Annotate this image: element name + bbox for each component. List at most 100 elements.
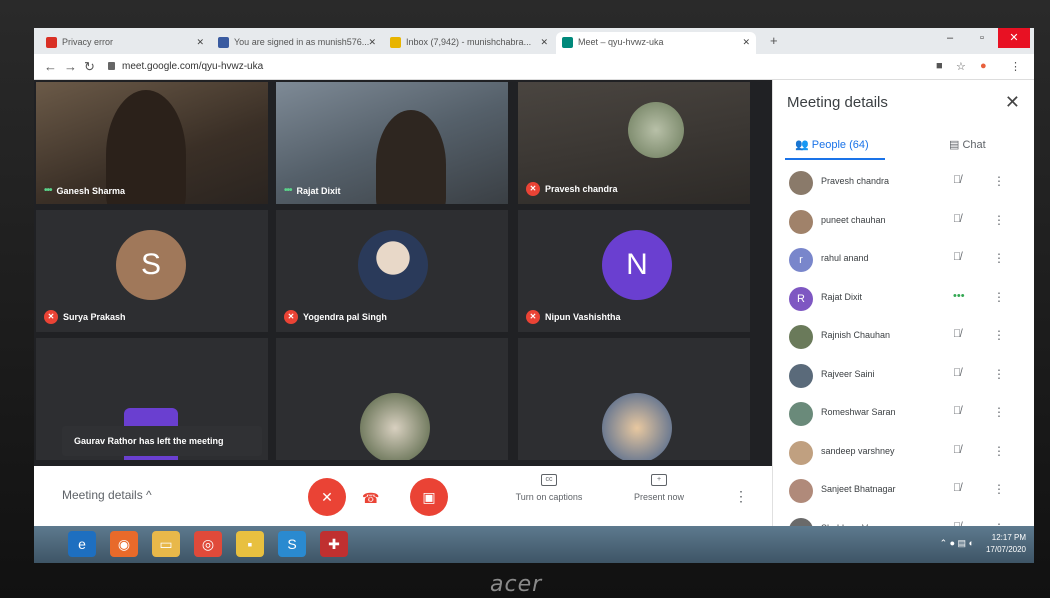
participant-tile[interactable]: ✕ Yogendra pal Singh <box>276 210 508 332</box>
extension-icon[interactable]: ● <box>980 60 987 72</box>
meeting-details-panel: Meeting details ✕ 👥 People (64) ▤ Chat P… <box>772 80 1034 542</box>
mic-off-icon: ✕ <box>284 310 298 324</box>
list-item[interactable]: Romeshwar Saran 🎙̸ ⋮ <box>773 395 1034 434</box>
mic-off-icon: 🎙̸ <box>953 174 962 186</box>
present-icon: + <box>651 474 667 486</box>
more-options-icon[interactable]: ⋮ <box>993 444 1005 458</box>
participant-tile[interactable]: ••• Rajat Dixit <box>276 82 508 204</box>
mic-off-icon: 🎙̸ <box>953 405 962 417</box>
folder-icon[interactable]: ▭ <box>152 531 180 557</box>
list-item[interactable]: Pravesh chandra 🎙̸ ⋮ <box>773 164 1034 203</box>
present-button[interactable]: + Present now <box>624 474 694 502</box>
list-item[interactable]: R Rajat Dixit ••• ⋮ <box>773 280 1034 319</box>
list-item[interactable]: Sanjeet Bhatnagar 🎙̸ ⋮ <box>773 472 1034 511</box>
url-input[interactable]: meet.google.com/qyu-hvwz-uka <box>106 58 906 76</box>
mic-off-icon: ✕ <box>44 310 58 324</box>
maximize-button[interactable]: ▫ <box>966 28 998 48</box>
more-options-icon[interactable]: ⋮ <box>993 328 1005 342</box>
mail-icon <box>390 37 401 48</box>
person-name: rahul anand <box>821 253 869 263</box>
list-item[interactable]: puneet chauhan 🎙̸ ⋮ <box>773 203 1034 242</box>
close-icon[interactable]: ✕ <box>196 37 204 48</box>
url-text: meet.google.com/qyu-hvwz-uka <box>122 61 264 72</box>
list-item[interactable]: r rahul anand 🎙̸ ⋮ <box>773 241 1034 280</box>
tab-inbox[interactable]: Inbox (7,942) - munishchabra... ✕ <box>384 32 554 54</box>
more-options-icon[interactable]: ⋮ <box>734 488 748 505</box>
meet-video-grid: ••• Ganesh Sharma ••• Rajat Dixit ✕ Prav… <box>34 80 772 466</box>
app-icon[interactable]: ▪ <box>236 531 264 557</box>
participant-tile[interactable] <box>276 338 508 460</box>
tab-chat[interactable]: ▤ Chat <box>949 138 986 151</box>
close-icon[interactable]: ✕ <box>1005 92 1020 113</box>
tab-signed-in[interactable]: You are signed in as munish576... ✕ <box>212 32 382 54</box>
mic-off-icon: ✕ <box>526 310 540 324</box>
captions-button[interactable]: cc Turn on captions <box>504 474 594 502</box>
more-options-icon[interactable]: ⋮ <box>993 367 1005 381</box>
tab-title: You are signed in as munish576... <box>234 37 370 47</box>
more-options-icon[interactable]: ⋮ <box>993 482 1005 496</box>
participant-tile[interactable]: ✕ Pravesh chandra <box>518 82 750 204</box>
tab-title: Privacy error <box>62 37 114 47</box>
avatar <box>789 479 813 503</box>
participant-tile[interactable]: ••• Ganesh Sharma <box>36 82 268 204</box>
avatar <box>789 171 813 195</box>
participant-tile[interactable]: S ✕ Surya Prakash <box>36 210 268 332</box>
tab-meet[interactable]: Meet – qyu-hvwz-uka ✕ <box>556 32 756 54</box>
tab-privacy-error[interactable]: Privacy error ✕ <box>40 32 210 54</box>
mic-off-icon: 🎙̸ <box>953 328 962 340</box>
camera-toggle-button[interactable]: ▣ <box>410 478 448 516</box>
skype-icon[interactable]: S <box>278 531 306 557</box>
more-options-icon[interactable]: ⋮ <box>993 251 1005 265</box>
address-bar: ← → ↻ meet.google.com/qyu-hvwz-uka ■ ☆ ●… <box>34 54 1034 80</box>
hangup-button[interactable]: ☎ <box>362 490 379 507</box>
captions-icon: cc <box>541 474 557 486</box>
mic-off-icon: 🎙̸ <box>953 251 962 263</box>
forward-icon[interactable]: → <box>64 59 77 74</box>
list-item[interactable]: Rajveer Saini 🎙̸ ⋮ <box>773 357 1034 396</box>
mic-off-icon: ✕ <box>526 182 540 196</box>
new-tab-button[interactable]: + <box>770 33 778 48</box>
star-icon[interactable]: ☆ <box>956 60 966 73</box>
system-clock[interactable]: 12:17 PM 17/07/2020 <box>986 532 1026 556</box>
list-item[interactable]: Rajnish Chauhan 🎙̸ ⋮ <box>773 318 1034 357</box>
system-tray[interactable]: ⌃ ● ▤ ◐ <box>940 538 974 549</box>
close-icon[interactable]: ✕ <box>742 37 750 48</box>
participant-tile[interactable]: N ✕ Nipun Vashishtha <box>518 210 750 332</box>
shield-icon[interactable]: ✚ <box>320 531 348 557</box>
person-name: Rajat Dixit <box>821 291 863 302</box>
participant-name: ✕ Pravesh chandra <box>526 182 618 196</box>
chrome-icon[interactable]: ◎ <box>194 531 222 557</box>
more-options-icon[interactable]: ⋮ <box>993 405 1005 419</box>
participant-avatar <box>602 393 672 460</box>
camera-icon[interactable]: ■ <box>936 60 943 72</box>
menu-icon[interactable]: ⋮ <box>1010 60 1021 73</box>
reload-icon[interactable]: ↻ <box>84 59 95 75</box>
firefox-icon[interactable]: ◉ <box>110 531 138 557</box>
close-icon[interactable]: ✕ <box>368 37 376 48</box>
ie-icon[interactable]: e <box>68 531 96 557</box>
minimize-button[interactable]: – <box>934 28 966 48</box>
screen: Privacy error ✕ You are signed in as mun… <box>34 28 1034 563</box>
people-icon: 👥 <box>795 139 809 151</box>
mic-off-icon: 🎙̸ <box>953 443 962 456</box>
participant-avatar: S <box>116 230 186 300</box>
avatar: r <box>789 248 813 272</box>
back-icon[interactable]: ← <box>44 59 57 74</box>
person-name: Rajnish Chauhan <box>821 330 891 340</box>
browser-tab-bar: Privacy error ✕ You are signed in as mun… <box>34 28 1034 54</box>
meeting-details-button[interactable]: Meeting details ^ <box>62 488 152 502</box>
close-icon[interactable]: ✕ <box>540 37 548 48</box>
site-icon <box>218 37 229 48</box>
more-options-icon[interactable]: ⋮ <box>993 213 1005 227</box>
more-options-icon[interactable]: ⋮ <box>993 174 1005 188</box>
mic-toggle-button[interactable]: ✕ <box>308 478 346 516</box>
tab-people[interactable]: 👥 People (64) <box>795 138 869 151</box>
camera-off-icon: ▣ <box>422 489 436 505</box>
participant-tile[interactable] <box>518 338 750 460</box>
speaking-icon: ••• <box>953 289 965 302</box>
window-close-button[interactable]: ✕ <box>998 28 1030 48</box>
list-item[interactable]: sandeep varshney 🎙̸ ⋮ <box>773 434 1034 473</box>
active-tab-indicator <box>785 158 885 160</box>
participant-name: ••• Rajat Dixit <box>284 185 341 196</box>
more-options-icon[interactable]: ⋮ <box>993 290 1005 304</box>
